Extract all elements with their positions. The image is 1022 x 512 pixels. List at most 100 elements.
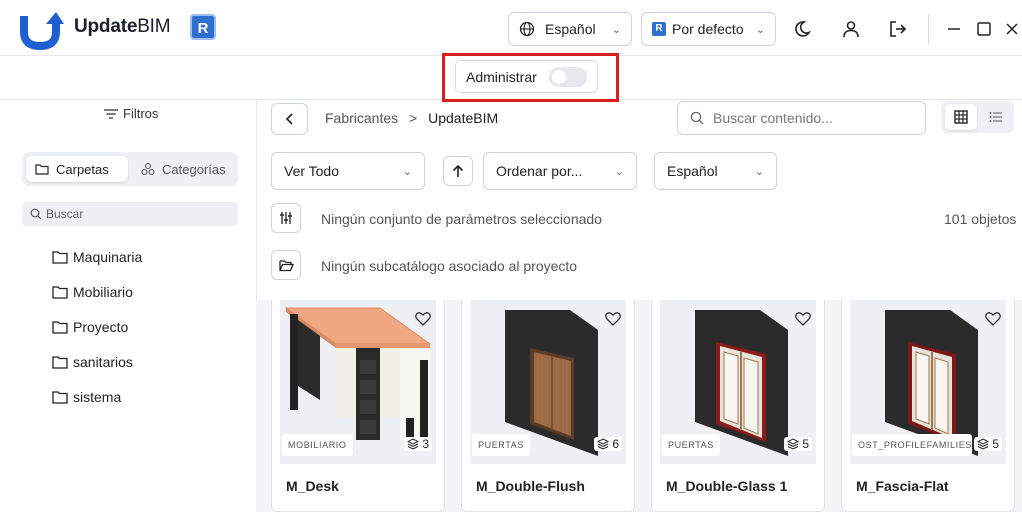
folder-icon bbox=[52, 286, 68, 299]
theme-toggle-button[interactable] bbox=[793, 17, 817, 41]
profile-select-value: Por defecto bbox=[672, 21, 744, 37]
breadcrumb-item-fabricantes[interactable]: Fabricantes bbox=[325, 110, 398, 126]
folder-label: Proyecto bbox=[73, 319, 129, 335]
chevron-down-icon: ⌄ bbox=[754, 165, 764, 178]
app-logo-icon bbox=[20, 12, 64, 50]
favorite-heart-icon[interactable] bbox=[604, 310, 622, 328]
chevron-down-icon: ⌄ bbox=[402, 165, 412, 178]
sidebar-folder-item[interactable]: sistema bbox=[52, 389, 121, 405]
folder-icon bbox=[52, 356, 68, 369]
revit-badge: R bbox=[190, 14, 216, 40]
view-filter-value: Ver Todo bbox=[284, 163, 340, 179]
version-count: 5 bbox=[784, 437, 812, 451]
chevron-down-icon: ⌄ bbox=[611, 23, 621, 36]
layers-icon bbox=[977, 438, 990, 450]
breadcrumb-separator: > bbox=[409, 110, 418, 126]
layers-icon bbox=[597, 438, 610, 450]
content-card[interactable]: MOBILIARIO 3 M_Desk bbox=[271, 300, 445, 512]
list-view-button[interactable] bbox=[981, 104, 1011, 130]
content-card[interactable]: PUERTAS 5 M_Double-Glass 1 bbox=[651, 300, 825, 512]
user-button[interactable] bbox=[839, 17, 863, 41]
grid-icon bbox=[954, 110, 968, 124]
sidebar-folder-item[interactable]: Proyecto bbox=[52, 319, 128, 335]
list-icon bbox=[989, 112, 1002, 122]
favorite-heart-icon[interactable] bbox=[984, 310, 1002, 328]
back-button[interactable] bbox=[271, 103, 308, 135]
titlebar-divider bbox=[928, 14, 929, 44]
subcatalog-button[interactable] bbox=[271, 250, 301, 280]
chevron-down-icon: ⌄ bbox=[755, 23, 765, 36]
tab-categorias[interactable]: Categorías bbox=[132, 156, 236, 182]
sliders-icon bbox=[280, 212, 292, 224]
sort-select-value: Ordenar por... bbox=[496, 163, 583, 179]
language-select-value: Español bbox=[545, 21, 596, 37]
highlight-annotation bbox=[442, 53, 619, 102]
content-language-select[interactable]: Español ⌄ bbox=[654, 152, 777, 190]
layers-icon bbox=[407, 438, 420, 450]
category-tag: PUERTAS bbox=[662, 434, 720, 456]
folder-label: sanitarios bbox=[73, 354, 133, 370]
chevron-down-icon: ⌄ bbox=[614, 165, 624, 178]
parameters-status-text: Ningún conjunto de parámetros selecciona… bbox=[321, 211, 602, 227]
category-tag: PUERTAS bbox=[472, 434, 530, 456]
app-name: UpdateBIM bbox=[74, 16, 171, 37]
category-tag: OST_PROFILEFAMILIES bbox=[852, 434, 972, 456]
profile-select[interactable]: R Por defecto ⌄ bbox=[641, 12, 776, 46]
folder-label: sistema bbox=[73, 389, 122, 405]
logout-button[interactable] bbox=[886, 17, 910, 41]
content-card[interactable]: PUERTAS 6 M_Double-Flush bbox=[461, 300, 635, 512]
version-count-value: 6 bbox=[612, 437, 619, 451]
breadcrumb: Fabricantes > UpdateBIM bbox=[325, 110, 498, 126]
folder-icon bbox=[52, 321, 68, 334]
sort-select[interactable]: Ordenar por... ⌄ bbox=[483, 152, 637, 190]
filter-icon bbox=[104, 108, 118, 119]
folder-label: Mobiliario bbox=[73, 284, 133, 300]
maximize-button[interactable] bbox=[972, 17, 996, 41]
language-select[interactable]: Español ⌄ bbox=[508, 12, 632, 46]
version-count: 5 bbox=[974, 437, 1002, 451]
card-title: M_Double-Glass 1 bbox=[666, 478, 788, 494]
categories-icon bbox=[141, 162, 155, 176]
minimize-button[interactable] bbox=[942, 17, 966, 41]
close-button[interactable] bbox=[1000, 17, 1022, 41]
sidebar-search-placeholder: Buscar bbox=[46, 207, 84, 221]
version-count-value: 3 bbox=[422, 437, 429, 451]
logout-icon bbox=[890, 21, 907, 37]
folder-icon bbox=[52, 391, 68, 404]
tab-carpetas-label: Carpetas bbox=[56, 161, 109, 177]
sidebar-folder-item[interactable]: Mobiliario bbox=[52, 284, 133, 300]
search-icon bbox=[30, 208, 42, 220]
sidebar-folder-item[interactable]: Maquinaria bbox=[52, 249, 142, 265]
user-icon bbox=[843, 21, 859, 38]
favorite-heart-icon[interactable] bbox=[794, 310, 812, 328]
content-card[interactable]: OST_PROFILEFAMILIES 5 M_Fascia-Flat bbox=[841, 300, 1015, 512]
breadcrumb-item-current: UpdateBIM bbox=[428, 110, 499, 126]
revit-mini-icon: R bbox=[652, 22, 666, 36]
view-filter-select[interactable]: Ver Todo ⌄ bbox=[271, 152, 425, 190]
version-count: 3 bbox=[404, 437, 432, 451]
folder-label: Maquinaria bbox=[73, 249, 143, 265]
globe-icon bbox=[519, 21, 535, 37]
sidebar-search-input[interactable]: Buscar bbox=[22, 202, 238, 226]
subcatalog-status-text: Ningún subcatálogo asociado al proyecto bbox=[321, 258, 578, 274]
layers-icon bbox=[787, 438, 800, 450]
content-search-input[interactable]: Buscar contenido... bbox=[677, 101, 926, 135]
minimize-icon bbox=[948, 28, 960, 30]
arrow-up-icon bbox=[452, 164, 464, 177]
close-icon bbox=[1006, 23, 1018, 35]
object-count: 101 objetos bbox=[944, 211, 1017, 227]
content-language-value: Español bbox=[667, 163, 718, 179]
grid-view-button[interactable] bbox=[945, 104, 977, 130]
version-count: 6 bbox=[594, 437, 622, 451]
filters-button[interactable]: Filtros bbox=[104, 106, 158, 121]
sort-direction-button[interactable] bbox=[443, 156, 473, 186]
favorite-heart-icon[interactable] bbox=[414, 310, 432, 328]
folder-icon bbox=[35, 164, 49, 175]
sidebar-folder-item[interactable]: sanitarios bbox=[52, 354, 133, 370]
maximize-icon bbox=[977, 22, 991, 36]
tab-carpetas[interactable]: Carpetas bbox=[26, 156, 128, 182]
version-count-value: 5 bbox=[802, 437, 809, 451]
chevron-left-icon bbox=[285, 113, 293, 125]
card-title: M_Double-Flush bbox=[476, 478, 585, 494]
parameters-button[interactable] bbox=[271, 203, 301, 233]
